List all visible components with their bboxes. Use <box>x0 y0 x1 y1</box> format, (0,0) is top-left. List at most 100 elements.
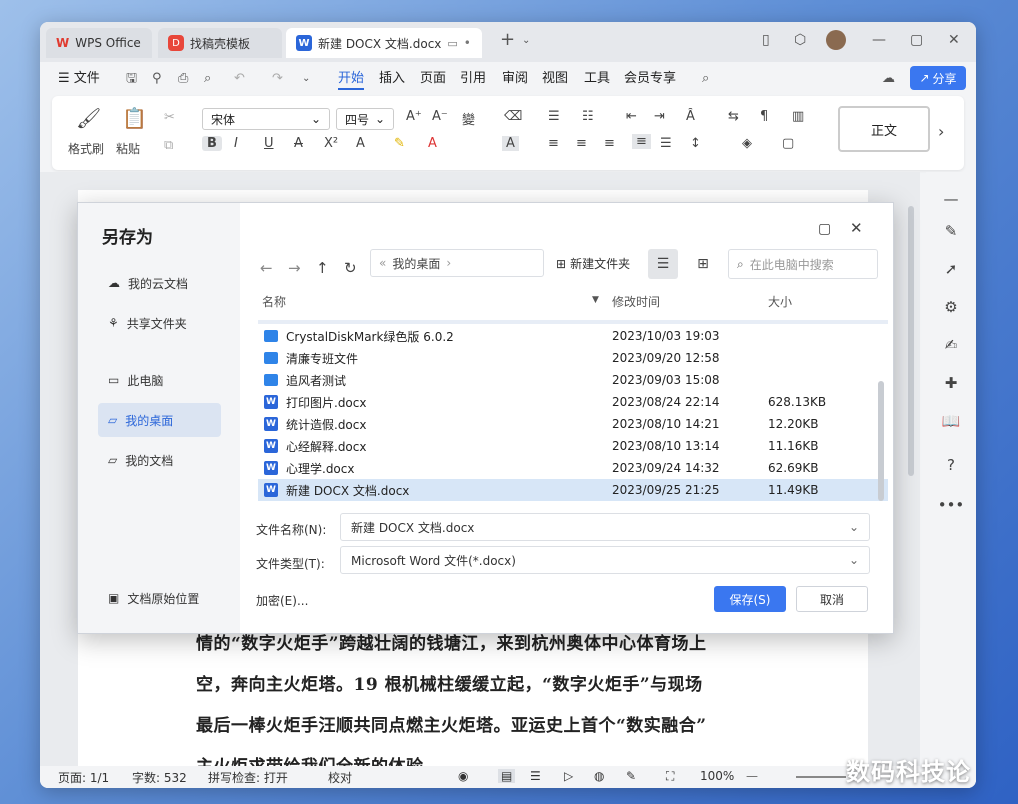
back-icon[interactable]: ← <box>260 259 273 277</box>
vertical-scrollbar[interactable] <box>906 172 916 766</box>
show-marks-icon[interactable]: ¶ <box>760 109 768 124</box>
strike-button[interactable]: A <box>294 136 303 151</box>
tab-document[interactable]: W 新建 DOCX 文档.docx ▭ • <box>286 28 482 58</box>
align-right-icon[interactable]: ≡ <box>604 136 615 151</box>
pen-icon[interactable]: ✎ <box>938 218 964 244</box>
up-icon[interactable]: ↑ <box>316 259 329 277</box>
italic-button[interactable]: I <box>234 136 238 151</box>
size-select[interactable]: 四号 ⌄ <box>336 108 394 130</box>
help-icon[interactable]: ? <box>938 452 964 478</box>
write-mode-icon[interactable]: ✎ <box>626 769 636 783</box>
line-spacing-icon[interactable]: ↕ <box>690 136 701 151</box>
format-painter-icon[interactable]: 🖌 <box>76 106 101 130</box>
sidebar-item-desktop[interactable]: ▱ 我的桌面 <box>98 403 221 437</box>
book-icon[interactable]: 📖 <box>938 408 964 434</box>
distribute-icon[interactable]: ☰ <box>660 136 672 151</box>
text-direction-icon[interactable]: Ȃ <box>686 109 695 124</box>
list-view-button[interactable]: ☰ <box>648 249 678 279</box>
outline-view-icon[interactable]: ☰ <box>530 769 541 783</box>
zoom-level[interactable]: 100% <box>700 769 734 783</box>
phonetic-icon[interactable]: 變 <box>462 109 475 128</box>
undo-icon[interactable]: ↶ <box>234 68 245 90</box>
grow-font-icon[interactable]: A⁺ <box>406 109 422 124</box>
new-tab-icon[interactable]: + <box>500 29 515 50</box>
refresh-icon[interactable]: ↻ <box>344 259 357 277</box>
cancel-button[interactable]: 取消 <box>796 586 868 612</box>
fit-icon[interactable]: ⛶ <box>666 769 674 784</box>
column-name[interactable]: 名称 <box>262 293 286 310</box>
sidebar-item-shared[interactable]: ⚘ 共享文件夹 <box>98 306 221 340</box>
folder-row[interactable]: CrystalDiskMark绿色版 6.0.2 2023/10/03 19:03 <box>258 325 888 347</box>
file-menu[interactable]: ☰ 文件 <box>58 68 100 90</box>
page-view-icon[interactable]: ▤ <box>498 769 516 783</box>
breadcrumb-current[interactable]: 我的桌面 <box>392 255 440 272</box>
search-icon[interactable]: ⌕ <box>702 68 709 90</box>
font-select[interactable]: 宋体 ⌄ <box>202 108 330 130</box>
menu-tools[interactable]: 工具 <box>584 68 610 90</box>
breadcrumb[interactable]: « 我的桌面 › <box>370 249 544 277</box>
sidebar-item-cloud[interactable]: ☁ 我的云文档 <box>98 266 221 300</box>
file-row[interactable]: W 新建 DOCX 文档.docx 2023/09/25 21:25 11.49KB <box>258 479 888 501</box>
indent-icon[interactable]: ⇥ <box>654 109 665 124</box>
proofread[interactable]: 校对 <box>328 769 352 786</box>
sidebar-item-documents[interactable]: ▱ 我的文档 <box>98 443 221 477</box>
bullet-list-icon[interactable]: ☰ <box>548 109 560 124</box>
sort-icon[interactable]: ▼ <box>592 295 599 305</box>
monitor-icon[interactable]: ▭ <box>447 37 457 50</box>
menu-review[interactable]: 审阅 <box>502 68 528 90</box>
border-icon[interactable]: ▢ <box>782 136 794 151</box>
column-size[interactable]: 大小 <box>768 293 792 310</box>
preview-icon[interactable]: ⌕ <box>204 68 211 90</box>
menu-reference[interactable]: 引用 <box>460 68 486 90</box>
save-icon[interactable]: 🖫 <box>126 68 137 90</box>
font-color-icon[interactable]: A <box>428 136 437 151</box>
sort-icon[interactable]: ⇆ <box>728 109 739 124</box>
dot-icon[interactable]: • <box>464 36 471 50</box>
chevron-down-icon[interactable]: ⌄ <box>522 35 530 46</box>
scroll-thumb[interactable] <box>908 206 914 476</box>
menu-insert[interactable]: 插入 <box>379 68 405 90</box>
tab-wps-office[interactable]: W WPS Office <box>46 28 152 58</box>
spell-check[interactable]: 拼写检查: 打开 <box>208 769 288 786</box>
tab-template[interactable]: D 找稿壳模板 <box>158 28 282 58</box>
avatar[interactable] <box>826 30 846 50</box>
copy-icon[interactable]: ⧉ <box>164 138 173 153</box>
settings-sliders-icon[interactable]: ⚙ <box>938 294 964 320</box>
paste-label[interactable]: 粘贴 <box>116 140 140 157</box>
menu-page[interactable]: 页面 <box>420 68 446 90</box>
file-row[interactable]: W 统计造假.docx 2023/08/10 14:21 12.20KB <box>258 413 888 435</box>
dialog-maximize-icon[interactable]: ▢ <box>818 221 831 237</box>
file-row[interactable]: W 心理学.docx 2023/09/24 14:32 62.69KB <box>258 457 888 479</box>
web-view-icon[interactable]: ◍ <box>594 769 604 783</box>
menu-vip[interactable]: 会员专享 <box>624 68 676 90</box>
clear-format-icon[interactable]: ⌫ <box>504 109 522 124</box>
sidebar-item-this-pc[interactable]: ▭ 此电脑 <box>98 363 221 397</box>
tools-icon[interactable]: ✚ <box>938 370 964 396</box>
page-count[interactable]: 页面: 1/1 <box>58 769 109 786</box>
cut-icon[interactable]: ✂ <box>164 110 175 125</box>
select-icon[interactable]: ➚ <box>938 256 964 282</box>
align-center-icon[interactable]: ≡ <box>576 136 587 151</box>
folder-row[interactable]: 追风者测试 2023/09/03 15:08 <box>258 369 888 391</box>
number-list-icon[interactable]: ☷ <box>582 109 594 124</box>
new-folder-button[interactable]: ⊞ 新建文件夹 <box>556 255 630 272</box>
word-count[interactable]: 字数: 532 <box>132 769 187 786</box>
shading-icon[interactable]: ◈ <box>742 136 752 151</box>
eye-icon[interactable]: ◉ <box>458 769 468 783</box>
link-icon[interactable]: ⚲ <box>152 68 162 90</box>
folder-row[interactable]: 清廉专班文件 2023/09/20 12:58 <box>258 347 888 369</box>
file-row[interactable]: W 心经解释.docx 2023/08/10 13:14 11.16KB <box>258 435 888 457</box>
bold-button[interactable]: B <box>202 136 222 151</box>
underline-button[interactable]: U <box>264 136 274 151</box>
dialog-close-icon[interactable]: ✕ <box>850 219 863 237</box>
char-shading-icon[interactable]: A <box>502 136 519 151</box>
share-button[interactable]: ↗ 分享 <box>910 66 966 90</box>
shrink-font-icon[interactable]: A⁻ <box>432 109 448 124</box>
superscript-button[interactable]: X² <box>324 136 338 151</box>
search-input[interactable]: ⌕ 在此电脑中搜索 <box>728 249 878 279</box>
cube-icon[interactable]: ⬡ <box>794 32 806 48</box>
document-body[interactable]: 情的“数字火炬手”跨越壮阔的钱塘江，来到杭州奥体中心体育场上 空，奔向主火炬塔。… <box>196 624 766 771</box>
cloud-icon[interactable]: ☁ <box>882 68 895 90</box>
justify-icon[interactable]: ≡ <box>632 134 651 149</box>
filetype-select[interactable]: Microsoft Word 文件(*.docx) ⌄ <box>340 546 870 574</box>
